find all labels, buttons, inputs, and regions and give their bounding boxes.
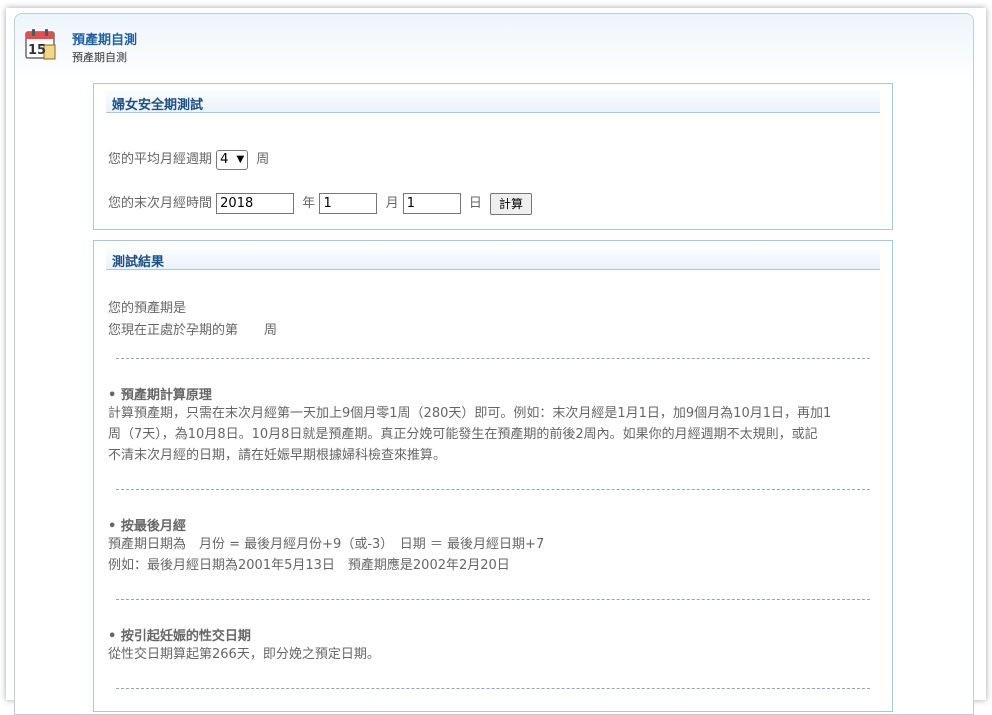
year-input[interactable]: 2018 xyxy=(216,193,295,214)
day-input[interactable]: 1 xyxy=(402,193,461,214)
due-date-result: 您的預產期是 xyxy=(108,301,187,316)
calendar-icon-number: 15 xyxy=(28,43,46,58)
divider xyxy=(116,688,870,689)
page-title: 預產期自測 xyxy=(72,33,138,48)
section-heading: • 按引起妊娠的性交日期 xyxy=(108,629,251,644)
calculate-button[interactable]: 計算 xyxy=(490,192,533,215)
week-result: 您現在正處於孕期的第 周 xyxy=(108,319,277,338)
cycle-select-value: 4 xyxy=(220,151,229,167)
cycle-row: 您的平均月經週期 4 ▼ 周 xyxy=(108,148,269,170)
year-unit: 年 xyxy=(302,196,316,211)
result-panel: 測試結果 您的預產期是 您現在正處於孕期的第 周 • 預產期計算原理 計算預產期，… xyxy=(93,240,893,712)
divider xyxy=(116,489,870,490)
calculator-panel: 婦女安全期測試 您的平均月經週期 4 ▼ 周 您的末次月經時間 2018 年 1 … xyxy=(93,83,893,230)
divider xyxy=(116,358,870,359)
cycle-unit: 周 xyxy=(256,152,270,167)
page-subtitle: 預產期自測 xyxy=(72,51,127,64)
section-line: 不清末次月經的日期，請在妊娠早期根據婦科檢查來推算。 xyxy=(108,448,447,463)
section-line: 從性交日期算起第266天，即分娩之預定日期。 xyxy=(108,647,380,662)
calendar-icon: 15 xyxy=(25,28,57,60)
month-input[interactable]: 1 xyxy=(319,193,378,214)
section-heading: • 預產期計算原理 xyxy=(108,388,212,403)
last-period-label: 您的末次月經時間 xyxy=(108,196,213,211)
calculator-panel-title: 婦女安全期測試 xyxy=(112,98,204,113)
section-line: 計算預產期，只需在末次月經第一天加上9個月零1周（280天）即可。例如：末次月經… xyxy=(108,406,832,421)
section-line: 例如：最後月經日期為2001年5月13日 預產期應是2002年2月20日 xyxy=(108,558,510,573)
month-unit: 月 xyxy=(385,196,399,211)
calculator-panel-header: 婦女安全期測試 xyxy=(106,90,880,113)
day-unit: 日 xyxy=(468,196,482,211)
divider xyxy=(116,599,870,600)
section-text: 從性交日期算起第266天，即分娩之預定日期。 xyxy=(108,644,876,665)
result-panel-header: 測試結果 xyxy=(106,247,880,270)
chevron-down-icon: ▼ xyxy=(236,153,245,165)
section-heading: • 按最後月經 xyxy=(108,519,186,534)
result-panel-title: 測試結果 xyxy=(112,255,165,270)
cycle-label: 您的平均月經週期 xyxy=(108,152,213,167)
week-result-suffix: 周 xyxy=(264,323,278,338)
week-result-prefix: 您現在正處於孕期的第 xyxy=(108,323,239,338)
section-text: 計算預產期，只需在末次月經第一天加上9個月零1周（280天）即可。例如：末次月經… xyxy=(108,403,876,466)
section-text: 預產期日期為 月份 = 最後月經月份+9（或-3） 日期 ＝ 最後月經日期+7 … xyxy=(108,534,876,576)
cycle-select[interactable]: 4 ▼ xyxy=(216,149,249,170)
section-line: 預產期日期為 月份 = 最後月經月份+9（或-3） 日期 ＝ 最後月經日期+7 xyxy=(108,537,545,552)
last-period-row: 您的末次月經時間 2018 年 1 月 1 日 計算 xyxy=(108,192,533,215)
section-line: 周（7天），為10月8日。10月8日就是預產期。真正分娩可能發生在預產期的前後2… xyxy=(108,427,818,442)
